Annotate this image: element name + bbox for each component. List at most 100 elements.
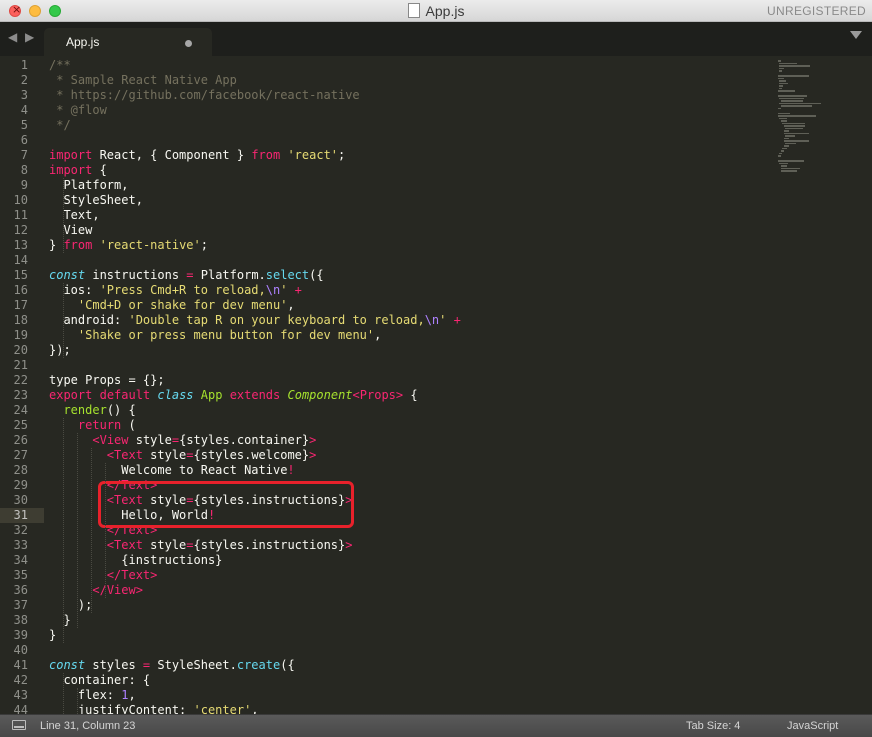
code-line[interactable]: } [49, 613, 70, 628]
line-number: 15 [13, 268, 28, 282]
code-line[interactable]: View [49, 223, 92, 238]
window-title-text: App.js [425, 3, 465, 19]
panel-toggle-icon[interactable] [12, 720, 26, 730]
minimap-line [778, 95, 807, 97]
code-line[interactable]: * https://github.com/facebook/react-nati… [49, 88, 359, 103]
minimap-line [778, 77, 784, 79]
minimap-line [779, 162, 789, 164]
code-line[interactable]: return ( [49, 418, 136, 433]
minimap-line [780, 167, 800, 169]
line-number: 31 [13, 508, 28, 522]
minimap-line [780, 170, 797, 172]
line-number: 14 [13, 253, 28, 267]
line-number: 8 [20, 163, 28, 177]
line-number: 33 [13, 538, 28, 552]
code-line[interactable]: 'Cmd+D or shake for dev menu', [49, 298, 295, 313]
line-number: 34 [13, 553, 28, 567]
window-title: App.js [0, 3, 872, 19]
code-line[interactable]: container: { [49, 673, 150, 688]
minimap-line [779, 117, 787, 119]
line-number: 19 [13, 328, 28, 342]
minimap-line [778, 67, 784, 69]
annotation-highlight-box [98, 481, 354, 528]
tab-size-selector[interactable]: Tab Size: 4 [686, 720, 740, 732]
code-line[interactable]: ); [49, 598, 92, 613]
minimap-line [778, 65, 811, 67]
code-line[interactable]: 'Shake or press menu button for dev menu… [49, 328, 381, 343]
indent-guide [63, 418, 64, 643]
code-line[interactable]: Text, [49, 208, 99, 223]
line-number: 35 [13, 568, 28, 582]
code-line[interactable]: render() { [49, 403, 135, 418]
minimap-line [783, 132, 810, 134]
line-number: 12 [13, 223, 28, 237]
minimap-line [780, 105, 813, 107]
minimap-line [782, 122, 806, 124]
tab-dropdown-icon[interactable] [850, 31, 862, 39]
minimap-line [778, 75, 809, 77]
line-number: 2 [20, 73, 28, 87]
code-line[interactable]: const styles = StyleSheet.create({ [49, 658, 295, 673]
line-number: 40 [13, 643, 28, 657]
minimap-line [779, 85, 784, 87]
minimap[interactable] [772, 56, 872, 186]
code-line[interactable]: flex: 1, [49, 688, 136, 703]
code-line[interactable]: <View style={styles.container}> [49, 433, 316, 448]
indent-guide [63, 283, 64, 358]
code-line[interactable]: * @flow [49, 103, 107, 118]
cursor-position: Line 31, Column 23 [40, 720, 136, 732]
line-number: 6 [20, 133, 28, 147]
code-line[interactable]: } [49, 628, 56, 643]
line-number: 11 [13, 208, 28, 222]
code-line[interactable]: android: 'Double tap R on your keyboard … [49, 313, 460, 328]
unsaved-dot-icon[interactable] [185, 40, 192, 47]
minimap-line [779, 152, 783, 154]
code-line[interactable]: export default class App extends Compone… [49, 388, 418, 403]
minimap-line [778, 160, 804, 162]
code-line[interactable]: {instructions} [49, 553, 222, 568]
code-line[interactable]: justifyContent: 'center', [49, 703, 259, 714]
code-line[interactable]: <Text style={styles.instructions}> [49, 538, 353, 553]
line-number: 20 [13, 343, 28, 357]
code-line[interactable]: ios: 'Press Cmd+R to reload,\n' + [49, 283, 301, 298]
minimap-line [778, 70, 782, 72]
line-number: 28 [13, 463, 28, 477]
line-number: 10 [13, 193, 28, 207]
code-line[interactable]: const instructions = Platform.select({ [49, 268, 324, 283]
minimap-line [778, 115, 817, 117]
line-number: 24 [13, 403, 28, 417]
code-line[interactable]: * Sample React Native App [49, 73, 237, 88]
code-line[interactable]: Welcome to React Native! [49, 463, 294, 478]
minimap-line [778, 107, 781, 109]
code-line[interactable]: import { [49, 163, 107, 178]
line-number: 13 [13, 238, 28, 252]
line-number: 22 [13, 373, 28, 387]
tab-app-js[interactable]: App.js [44, 28, 212, 56]
minimap-line [779, 82, 788, 84]
minimap-line [779, 97, 805, 99]
code-line[interactable]: type Props = {}; [49, 373, 165, 388]
tab-label: App.js [66, 35, 100, 49]
code-line[interactable]: <Text style={styles.welcome}> [49, 448, 317, 463]
code-line[interactable]: </Text> [49, 568, 158, 583]
code-editor[interactable]: 1 2 3 4 5 6 7 8 9 10 11 12 13 14 15 16 17 18 19 20 21 22 23 24 2… [0, 56, 872, 714]
line-number: 38 [13, 613, 28, 627]
line-number: 27 [13, 448, 28, 462]
code-line[interactable]: } from 'react-native'; [49, 238, 208, 253]
syntax-selector[interactable]: JavaScript [787, 720, 838, 732]
code-line[interactable]: }); [49, 343, 71, 358]
code-line[interactable]: */ [49, 118, 70, 133]
indent-guide [77, 433, 78, 628]
indent-guide [105, 463, 106, 598]
minimap-line [783, 137, 789, 139]
indent-guide [63, 178, 64, 253]
line-number: 44 [13, 703, 28, 714]
line-number: 39 [13, 628, 28, 642]
code-line[interactable]: /** [49, 58, 71, 73]
minimap-line [780, 120, 787, 122]
line-number-gutter[interactable]: 1 2 3 4 5 6 7 8 9 10 11 12 13 14 15 16 17 18 19 20 21 22 23 24 2… [0, 56, 42, 714]
code-line[interactable]: import React, { Component } from 'react'… [49, 148, 345, 163]
code-line[interactable]: Platform, [49, 178, 128, 193]
tab-nav-arrows-icon[interactable]: ◀ ▶ [8, 30, 36, 44]
line-number: 29 [13, 478, 28, 492]
